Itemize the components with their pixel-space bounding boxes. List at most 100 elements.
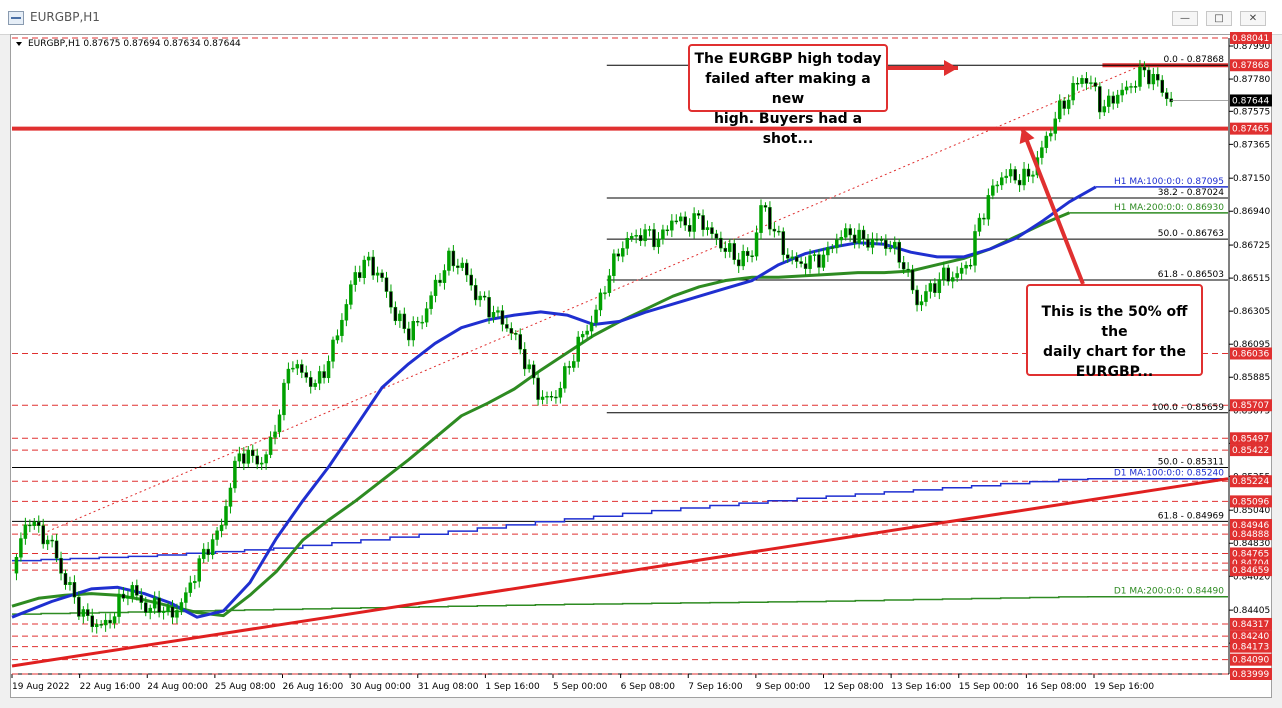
candle-body [884,239,888,249]
level-price-label: 0.84173 [1232,643,1269,653]
candle-body [571,361,576,368]
candle-body [1142,66,1147,71]
candle-body [1089,82,1093,84]
x-tick-label: 30 Aug 00:00 [350,682,411,692]
candle-body [687,224,692,232]
candle-body [982,217,986,220]
y-tick-label: 0.86305 [1233,307,1270,317]
candle-body [612,253,616,276]
candle-body [580,334,585,338]
candle-body [803,263,808,269]
candle-body [415,321,420,323]
candle-body [366,256,371,261]
candle-body [937,279,942,293]
candle-body [839,237,843,241]
candle-body [794,256,799,262]
candle-body [558,387,563,398]
candle-body [242,453,246,464]
candle-body [629,236,634,239]
candle-body [598,292,603,311]
candle-body [968,264,973,267]
candle-body [420,321,424,324]
candle-body [964,264,968,269]
candle-body [719,237,723,249]
candle-body [215,530,219,540]
candle-body [389,291,393,308]
candle-body [647,229,652,231]
candle-body [99,624,103,626]
candle-body [505,324,509,329]
candle-body [54,540,59,559]
candle-body [86,609,90,616]
candle-body [1075,82,1080,85]
y-tick-label: 0.86515 [1233,274,1270,284]
level-price-label: 0.85096 [1232,497,1269,507]
candle-body [1106,95,1111,107]
candle-body [482,295,487,298]
candle-body [72,582,77,598]
candle-body [942,267,946,280]
candle-body [768,207,772,230]
y-tick-label: 0.87150 [1233,174,1270,184]
candle-body [237,453,242,462]
candle-body [219,524,224,532]
candle-body [790,256,794,259]
candle-body [848,228,852,236]
level-price-label: 0.87868 [1232,61,1269,71]
candle-body [710,227,714,234]
candle-body [264,454,268,464]
callout-high-line-3: high. Buyers had a shot... [713,111,863,147]
candle-body [184,592,188,603]
candle-body [799,261,803,264]
current-price-label: 0.87644 [1232,96,1269,106]
candle-body [478,295,482,301]
candle-body [77,596,81,617]
candle-body [1133,86,1138,88]
candle-body [45,539,50,545]
candle-body [670,220,674,231]
candle-body [117,593,121,617]
level-price-label: 0.85497 [1232,434,1269,444]
candle-body [451,250,456,267]
x-tick-label: 24 Aug 00:00 [147,682,208,692]
candle-body [1053,118,1057,134]
candle-body [701,215,705,230]
candle-body [487,297,491,318]
candle-body [665,229,670,232]
candle-body [14,556,19,574]
candle-body [1147,69,1151,85]
candle-body [723,247,728,252]
candle-body [121,593,126,599]
candle-body [464,262,469,276]
callout-daily-line-3: EURGBP... [1075,364,1154,380]
candle-body [714,233,719,239]
candle-body [460,262,465,268]
candle-body [1008,169,1013,177]
candle-body [103,619,108,626]
candle-body [340,319,344,336]
x-tick-label: 19 Sep 16:00 [1094,682,1154,692]
candle-body [1151,73,1156,85]
candle-body [286,368,291,384]
candle-body [852,234,857,244]
y-tick-label: 0.87365 [1233,140,1270,150]
candle-body [313,383,317,387]
candle-body [946,267,950,282]
d1-ma100-line [12,477,1228,562]
candle-body [692,213,696,232]
candle-body [955,273,959,278]
candle-body [826,247,830,256]
x-tick-label: 5 Sep 00:00 [553,682,608,692]
candle-body [331,339,335,362]
candle-body [897,241,901,263]
candle-body [424,308,429,323]
candle-body [1066,99,1071,109]
candle-body [861,229,866,240]
candle-body [349,284,353,305]
candle-body [812,254,817,256]
candle-body [357,272,362,278]
candle-body [295,364,300,369]
symbol-header: EURGBP,H1 0.87675 0.87694 0.87634 0.8764… [28,39,241,49]
candle-body [447,250,451,271]
candle-body [870,239,875,248]
